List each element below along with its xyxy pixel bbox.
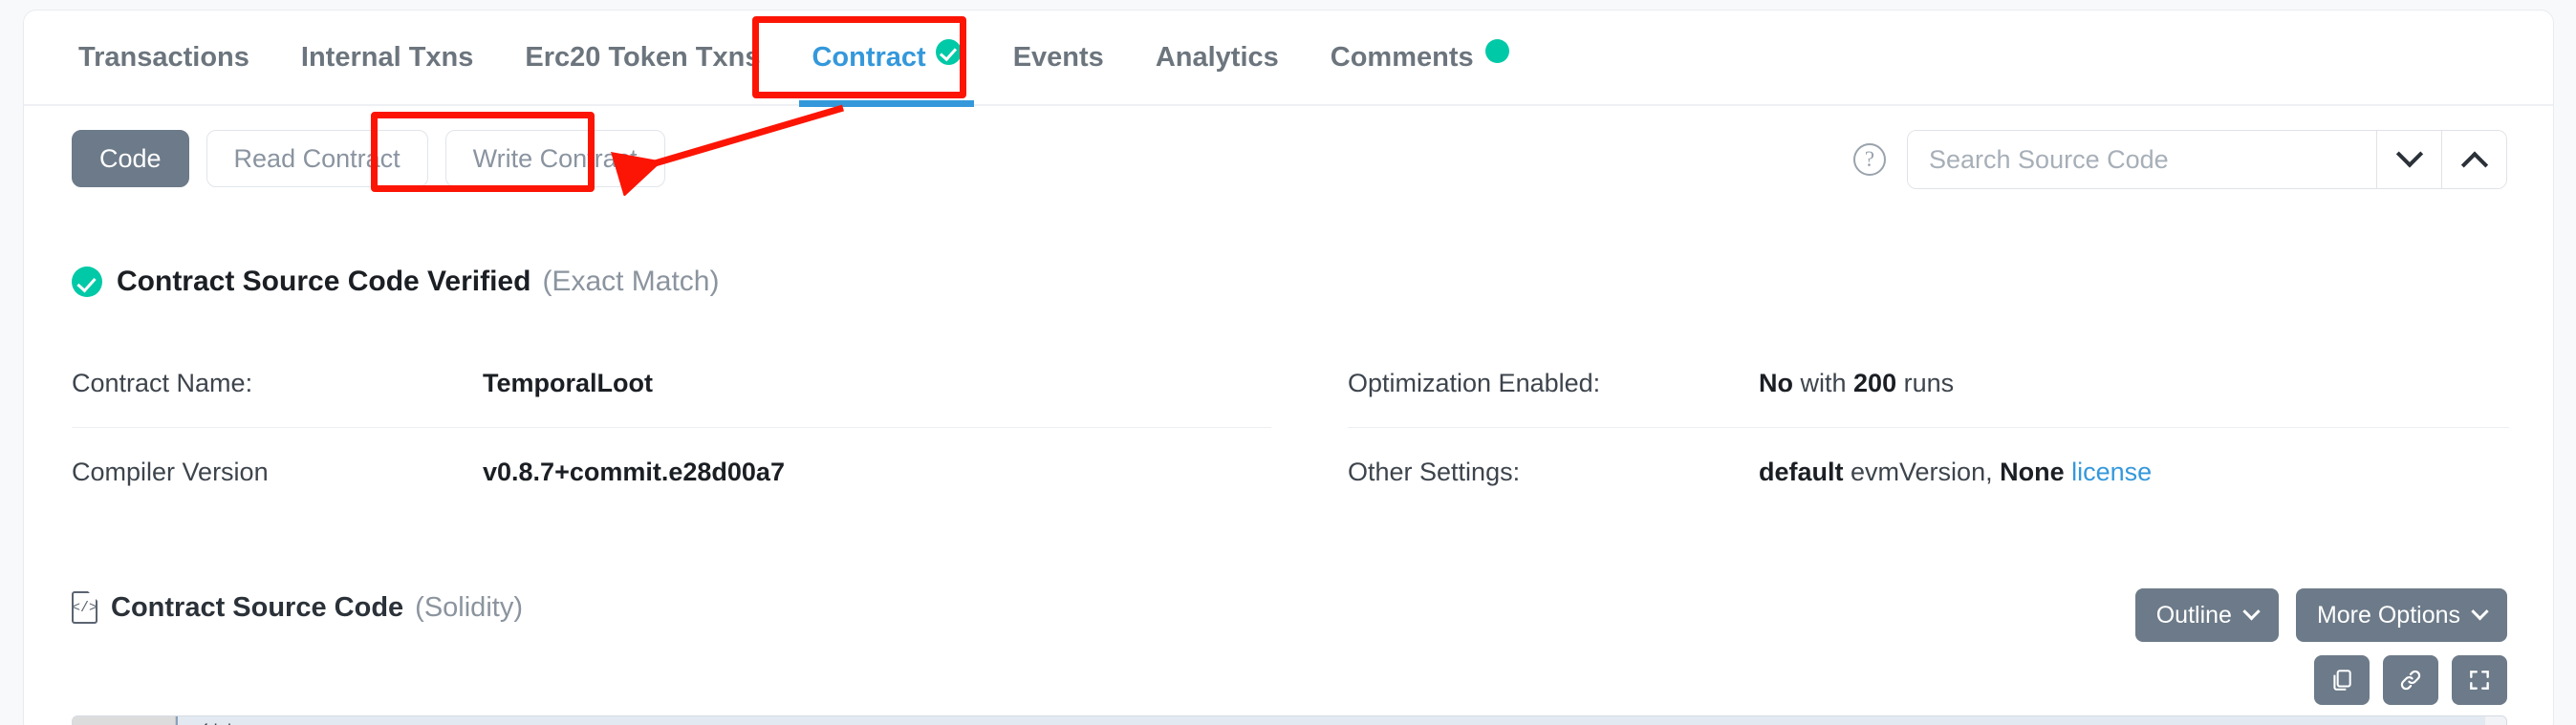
tab-strip: Transactions Internal Txns Erc20 Token T… [24, 10, 2553, 107]
share-link-button[interactable] [2383, 655, 2438, 705]
copy-button[interactable] [2314, 655, 2370, 705]
source-code-language: (Solidity) [415, 591, 523, 623]
source-code-title: Contract Source Code [111, 591, 404, 623]
contract-toolbar: Code Read Contract Write Contract ? [24, 106, 2553, 211]
link-icon [2400, 670, 2421, 691]
detail-value: TemporalLoot [483, 369, 653, 398]
tab-label: Comments [1330, 41, 1474, 73]
editor-line-number: 1 [134, 722, 147, 725]
detail-value: v0.8.7+commit.e28d00a7 [483, 458, 785, 487]
contract-name-value: TemporalLoot [483, 369, 653, 397]
detail-value: No with 200 runs [1759, 369, 1954, 398]
question-mark-circle-icon[interactable]: ? [1853, 143, 1886, 176]
search-next-button[interactable] [2376, 131, 2441, 188]
editor-gutter: 1 [73, 716, 176, 725]
detail-label: Optimization Enabled: [1348, 369, 1601, 397]
contract-mode-buttons: Code Read Contract Write Contract [72, 130, 665, 187]
tab-label: Transactions [78, 41, 249, 73]
detail-row-other-settings: Other Settings: default evmVersion, None… [1348, 428, 2509, 516]
contract-card: Transactions Internal Txns Erc20 Token T… [23, 10, 2554, 725]
search-source-code-wrapper [1907, 130, 2507, 189]
compiler-version-value: v0.8.7+commit.e28d00a7 [483, 457, 785, 486]
more-options-button[interactable]: More Options [2295, 588, 2507, 642]
editor-scrollbar[interactable] [2485, 716, 2506, 725]
tab-label: Analytics [1155, 41, 1279, 73]
evm-version-value: default [1759, 457, 1844, 486]
source-code-header: </> Contract Source Code (Solidity) [72, 591, 523, 624]
outline-button[interactable]: Outline [2134, 588, 2279, 642]
other-settings-tail-text [2065, 458, 2072, 486]
tab-label: Contract [812, 41, 926, 73]
source-code-editor[interactable]: 1 /** [72, 715, 2507, 725]
detail-label: Other Settings: [1348, 457, 1521, 486]
detail-value: default evmVersion, None license [1759, 458, 2152, 487]
other-settings-mid-text: evmVersion, [1843, 457, 2001, 486]
license-state-value: None [2000, 457, 2065, 486]
tab-label: Events [1012, 41, 1104, 73]
optimization-tail-text: runs [1896, 369, 1955, 397]
optimization-enabled-value: No [1759, 369, 1793, 397]
tab-internal-txns[interactable]: Internal Txns [275, 10, 500, 105]
editor-line-1: /** [176, 716, 236, 725]
tab-erc20-token-txns[interactable]: Erc20 Token Txns [499, 10, 786, 105]
verified-check-icon [935, 38, 962, 65]
source-code-actions: Outline More Options [2134, 588, 2507, 642]
tab-contract[interactable]: Contract [786, 10, 986, 107]
chevron-down-icon [2242, 602, 2261, 620]
code-button[interactable]: Code [72, 130, 189, 187]
write-contract-button[interactable]: Write Contract [444, 130, 665, 187]
outline-button-label: Outline [2155, 601, 2232, 629]
check-circle-icon [72, 267, 102, 297]
file-code-icon: </> [72, 591, 97, 624]
optimization-mid-text: with [1793, 369, 1854, 397]
detail-label: Contract Name: [72, 369, 253, 397]
tab-label: Internal Txns [300, 41, 474, 73]
optimization-runs-value: 200 [1853, 369, 1897, 397]
verification-match-type: (Exact Match) [542, 266, 720, 297]
tab-analytics[interactable]: Analytics [1130, 10, 1305, 105]
page-root: Transactions Internal Txns Erc20 Token T… [0, 0, 2576, 725]
fullscreen-button[interactable] [2452, 655, 2507, 705]
detail-label: Compiler Version [72, 457, 269, 486]
chevron-up-icon [2460, 151, 2488, 179]
detail-row-compiler-version: Compiler Version v0.8.7+commit.e28d00a7 [72, 428, 1271, 516]
search-source-code-input[interactable] [1908, 131, 2376, 188]
verification-status: Contract Source Code Verified (Exact Mat… [72, 266, 719, 298]
license-link[interactable]: license [2071, 458, 2152, 486]
tab-label: Erc20 Token Txns [525, 41, 761, 73]
tab-transactions[interactable]: Transactions [53, 10, 275, 105]
tab-events[interactable]: Events [987, 10, 1130, 105]
green-dot-icon [1484, 38, 1509, 63]
contract-details-right: Optimization Enabled: No with 200 runs O… [1348, 340, 2509, 516]
copy-icon [2333, 670, 2351, 691]
tab-comments[interactable]: Comments [1305, 10, 1535, 105]
fullscreen-icon [2470, 671, 2489, 690]
detail-row-contract-name: Contract Name: TemporalLoot [72, 340, 1271, 428]
source-code-icon-actions [2314, 655, 2507, 705]
contract-details-left: Contract Name: TemporalLoot Compiler Ver… [72, 340, 1271, 516]
search-prev-button[interactable] [2441, 131, 2506, 188]
search-cluster: ? [1853, 130, 2507, 189]
chevron-down-icon [2395, 140, 2423, 168]
chevron-down-icon [2471, 602, 2489, 620]
more-options-button-label: More Options [2316, 601, 2460, 629]
read-contract-button[interactable]: Read Contract [206, 130, 428, 187]
verification-title: Contract Source Code Verified [117, 266, 531, 297]
detail-row-optimization-enabled: Optimization Enabled: No with 200 runs [1348, 340, 2509, 428]
